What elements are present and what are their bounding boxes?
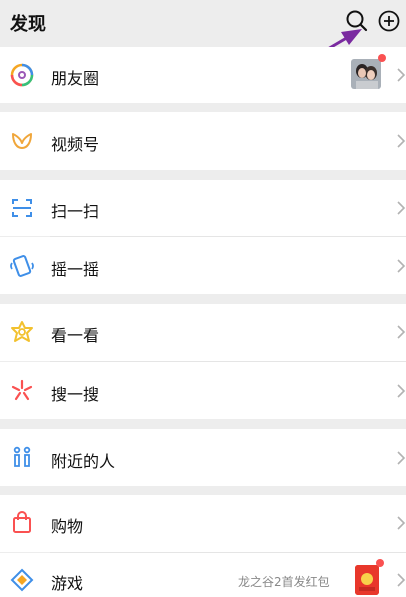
menu-item-label: 扫一扫: [51, 202, 100, 221]
menu-item-shopping[interactable]: 购物: [0, 495, 406, 552]
chevron-right-icon: [397, 573, 406, 587]
chevron-right-icon: [397, 134, 406, 148]
games-icon: [10, 568, 34, 592]
moments-icon: [10, 63, 34, 87]
menu-item-search[interactable]: 搜一搜: [0, 362, 406, 419]
new-post-badge: [378, 54, 386, 62]
menu-item-top-stories[interactable]: 看一看: [0, 304, 406, 361]
chevron-right-icon: [397, 325, 406, 339]
search-feature-icon: [11, 379, 33, 401]
menu-item-scan[interactable]: 扫一扫: [0, 180, 406, 236]
menu-item-label: 搜一搜: [51, 385, 100, 404]
chevron-right-icon: [397, 384, 406, 398]
chevron-right-icon: [397, 201, 406, 215]
red-packet-thumbnail: [355, 565, 379, 595]
games-promo-text: 龙之谷2首发红包: [238, 575, 330, 589]
chevron-right-icon: [397, 68, 406, 82]
moments-latest-thumbnail: [351, 59, 381, 89]
shopping-icon: [13, 511, 31, 533]
menu-item-people-nearby[interactable]: 附近的人: [0, 429, 406, 486]
chevron-right-icon: [397, 451, 406, 465]
menu-item-label: 附近的人: [51, 452, 116, 471]
menu-item-label: 视频号: [51, 135, 100, 154]
shake-icon: [10, 255, 34, 277]
menu-item-label: 购物: [51, 517, 84, 536]
menu-item-label: 游戏: [51, 574, 84, 593]
channels-icon: [12, 133, 32, 149]
menu-item-games[interactable]: 游戏 龙之谷2首发红包: [0, 553, 406, 597]
people-nearby-icon: [13, 446, 31, 467]
new-badge: [376, 559, 384, 567]
menu-item-label: 摇一摇: [51, 260, 100, 279]
menu-item-channels[interactable]: 视频号: [0, 112, 406, 170]
scan-icon: [12, 199, 32, 217]
chevron-right-icon: [397, 516, 406, 530]
chevron-right-icon: [397, 259, 406, 273]
top-stories-icon: [11, 321, 33, 342]
menu-item-shake[interactable]: 摇一摇: [0, 237, 406, 294]
menu-item-label: 朋友圈: [51, 69, 100, 88]
menu-item-label: 看一看: [51, 326, 100, 345]
menu-item-moments[interactable]: 朋友圈: [0, 47, 406, 103]
